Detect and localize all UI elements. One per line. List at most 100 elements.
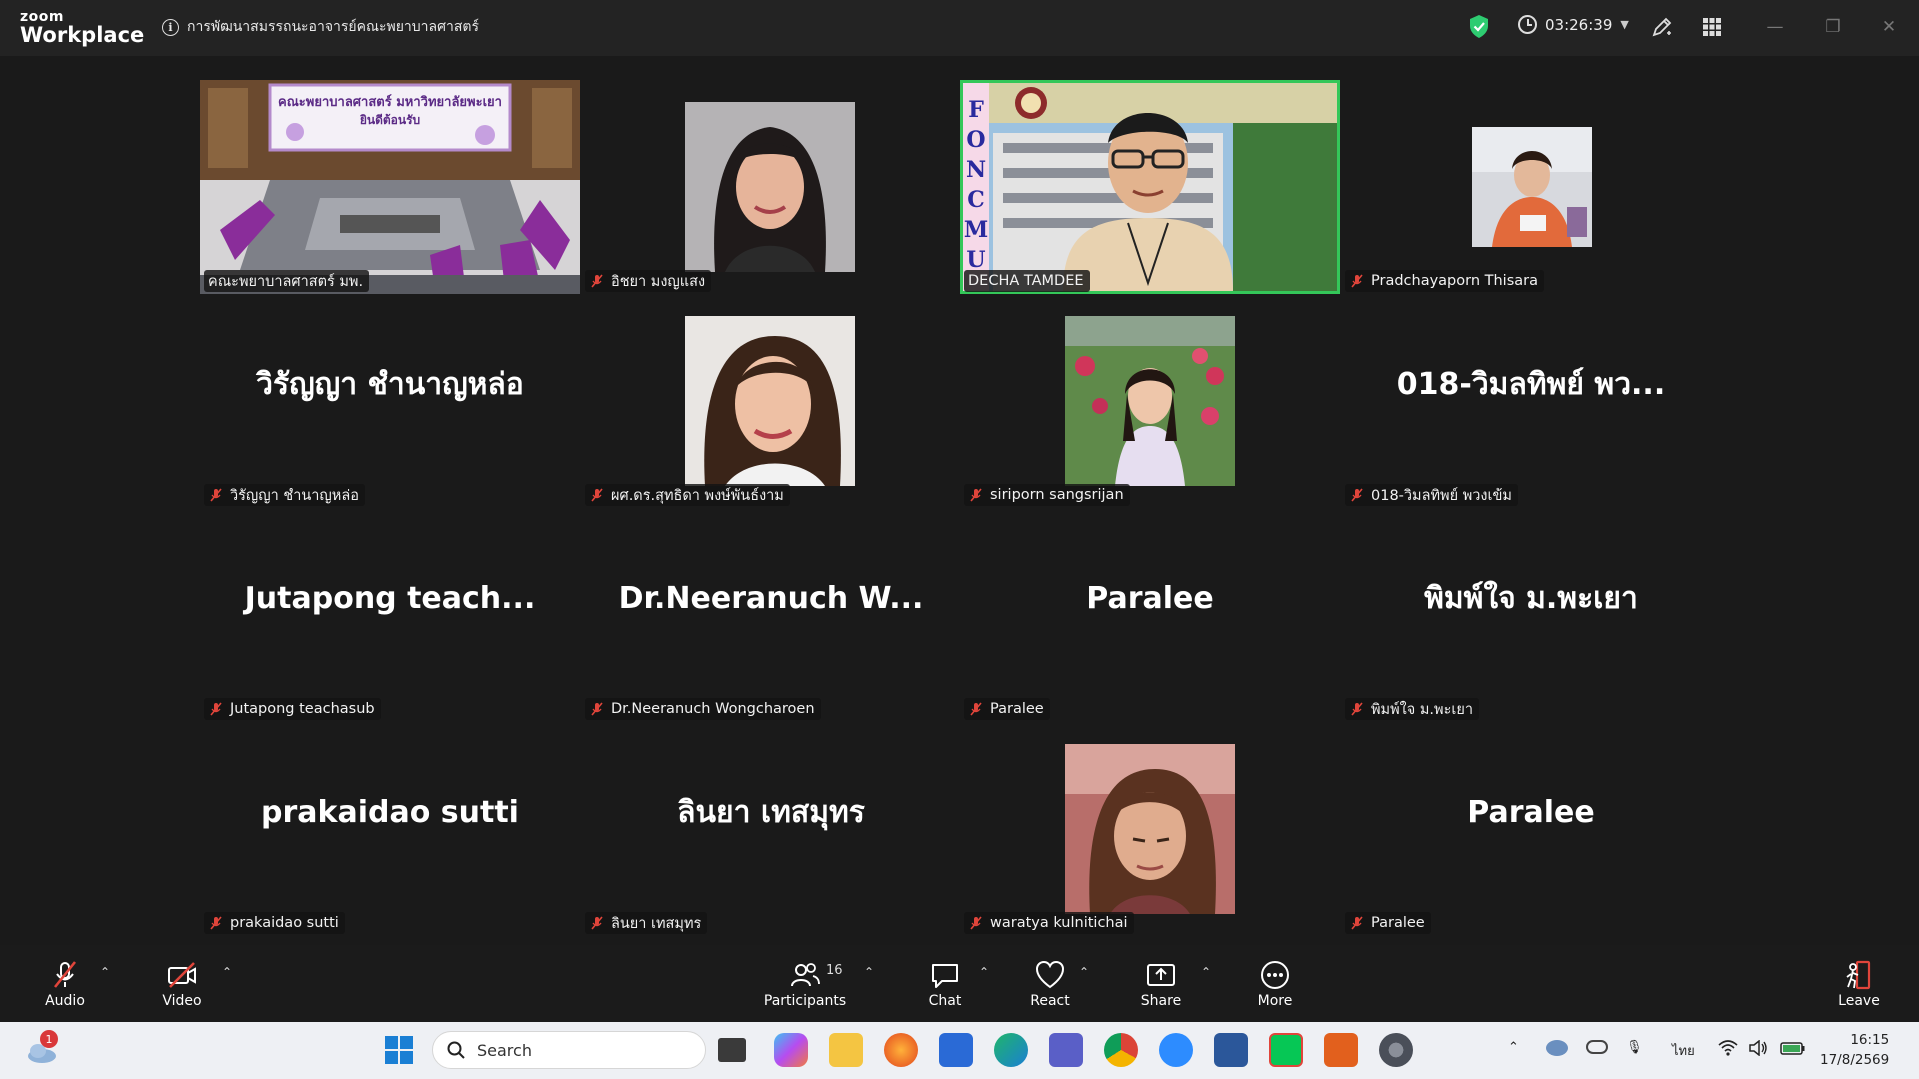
onedrive-icon[interactable] [1546,1040,1568,1056]
audio-button[interactable]: Audio [42,959,88,1017]
wifi-icon[interactable] [1718,1040,1738,1060]
start-button[interactable] [384,1035,414,1065]
chat-button[interactable]: Chat [922,959,968,1017]
participant-video: คณะพยาบาลศาสตร์ มหาวิทยาลัยพะเยา ยินดีต้… [200,80,580,294]
volume-icon[interactable] [1748,1039,1768,1060]
participant-tile[interactable]: siriporn sangsrijan [960,294,1340,508]
microphone-muted-icon [1351,488,1363,502]
chevron-down-icon: ▼ [1620,18,1629,31]
participant-name-label: Dr.Neeranuch Wongcharoen [585,698,821,720]
participant-display-name: 018-วิมลทิพย์ พว... [1396,366,1666,402]
battery-icon[interactable] [1780,1040,1806,1060]
microsoft-store-icon[interactable] [939,1033,973,1067]
video-options-caret-icon[interactable]: ⌃ [222,965,232,979]
more-button[interactable]: More [1252,959,1298,1017]
more-dots-icon [1261,961,1289,989]
edge-browser-icon[interactable] [994,1033,1028,1067]
participant-tile[interactable]: Dr.Neeranuch W... Dr.Neeranuch Wongcharo… [581,508,961,722]
input-language-indicator[interactable]: ไทย [1672,1040,1695,1061]
participant-tile[interactable]: พิมพ์ใจ ม.พะเยา พิมพ์ใจ ม.พะเยา [1341,508,1721,722]
gallery-view-grid-icon[interactable] [1699,14,1725,40]
participant-video [685,102,855,272]
line-app-icon[interactable] [1269,1033,1303,1067]
participant-tile[interactable]: อิชยา มงญแสง [581,80,961,294]
logo-line1: zoom [20,9,64,25]
participant-display-name: prakaidao sutti [261,794,519,830]
file-explorer-icon[interactable] [829,1033,863,1067]
svg-text:O: O [966,127,985,153]
pen-annotate-icon[interactable] [1649,14,1675,40]
cloud-icon[interactable] [1586,1040,1608,1054]
participant-display-name: วิรัญญา ชำนาญหล่อ [256,366,524,402]
chat-options-caret-icon[interactable]: ⌃ [979,965,989,979]
participant-name-label: Pradchayaporn Thisara [1345,270,1544,292]
participant-tile[interactable]: ผศ.ดร.สุทธิดา พงษ์พันธ์งาม [581,294,961,508]
teams-icon[interactable] [1049,1033,1083,1067]
participant-tile[interactable]: วิรัญญา ชำนาญหล่อ วิรัญญา ชำนาญหล่อ [200,294,580,508]
meeting-info[interactable]: i การพัฒนาสมรรถนะอาจารย์คณะพยาบาลศาสตร์ [162,16,479,38]
title-bar: zoom Workplace i การพัฒนาสมรรถนะอาจารย์ค… [0,0,1919,56]
participant-name-label: Paralee [964,698,1050,720]
settings-gear-icon[interactable] [1379,1033,1413,1067]
security-shield-icon[interactable] [1468,14,1490,39]
zoom-app-icon[interactable] [1159,1033,1193,1067]
taskbar-search-box[interactable]: Search [432,1031,706,1069]
meeting-timer[interactable]: 03:26:39 ▼ [1518,15,1629,34]
participant-tile[interactable]: ลินยา เทสมุทร ลินยา เทสมุทร [581,722,961,936]
participant-tile[interactable]: waratya kulnitichai [960,722,1340,936]
chrome-icon[interactable] [1104,1033,1138,1067]
chevron-up-icon[interactable]: ⌃ [1508,1040,1519,1055]
microphone-muted-icon [210,916,222,930]
react-button[interactable]: React [1027,959,1073,1017]
participant-tile[interactable]: คณะพยาบาลศาสตร์ มหาวิทยาลัยพะเยา ยินดีต้… [200,80,580,294]
share-button[interactable]: Share [1138,959,1184,1017]
participant-display-name: Jutapong teach... [244,580,536,616]
participant-name-label: ผศ.ดร.สุทธิดา พงษ์พันธ์งาม [585,484,790,506]
participant-video: F O N C M U [963,83,1337,291]
reader-app-icon[interactable] [1324,1033,1358,1067]
participant-video [1065,316,1235,486]
participant-tile[interactable]: Paralee Paralee [1341,722,1721,936]
microphone-muted-icon [53,961,77,988]
timer-value: 03:26:39 [1545,15,1613,34]
firefox-icon[interactable] [884,1033,918,1067]
participant-video [1472,127,1592,247]
participant-tile[interactable]: Jutapong teach... Jutapong teachasub [200,508,580,722]
system-clock[interactable]: 16:15 17/8/2569 [1820,1030,1889,1070]
leave-button[interactable]: Leave [1834,959,1884,1017]
logo-line2: Workplace [20,23,145,47]
participant-tile-active-speaker[interactable]: F O N C M U DECHA TAMDEE [960,80,1340,294]
search-placeholder: Search [477,1040,532,1060]
room-sign-line2: ยินดีต้อนรับ [360,113,420,127]
task-view-icon[interactable] [718,1038,746,1062]
microphone-muted-icon [591,702,603,716]
participant-tile[interactable]: Pradchayaporn Thisara [1341,80,1721,294]
word-icon[interactable] [1214,1033,1248,1067]
participant-tile[interactable]: prakaidao sutti prakaidao sutti [200,722,580,936]
participant-display-name: ลินยา เทสมุทร [677,794,865,830]
participant-video [1065,744,1235,914]
participant-name-label: waratya kulnitichai [964,912,1134,934]
react-options-caret-icon[interactable]: ⌃ [1079,965,1089,979]
participant-tile[interactable]: 018-วิมลทิพย์ พว... 018-วิมลทิพย์ พวงเข้… [1341,294,1721,508]
participants-options-caret-icon[interactable]: ⌃ [864,965,874,979]
copilot-icon[interactable] [774,1033,808,1067]
participant-name-label: คณะพยาบาลศาสตร์ มพ. [204,270,370,292]
microphone-location-icon[interactable]: 🎙 [1626,1040,1643,1055]
clock-icon [1518,15,1537,34]
minimize-icon[interactable]: — [1762,14,1788,40]
participant-name-label: 018-วิมลทิพย์ พวงเข้ม [1345,484,1518,506]
share-options-caret-icon[interactable]: ⌃ [1201,965,1211,979]
info-icon[interactable]: i [162,18,179,36]
audio-options-caret-icon[interactable]: ⌃ [100,965,110,979]
leave-door-icon [1846,960,1871,990]
participant-name-label: พิมพ์ใจ ม.พะเยา [1345,698,1479,720]
close-icon[interactable]: ✕ [1876,14,1902,40]
weather-widget-icon[interactable]: 1 [24,1030,60,1066]
video-button[interactable]: Video [159,959,205,1017]
participant-tile[interactable]: Paralee Paralee [960,508,1340,722]
participant-display-name: Paralee [1467,794,1595,830]
microphone-muted-icon [970,488,982,502]
restore-icon[interactable]: ❐ [1820,14,1846,40]
microphone-muted-icon [1351,274,1363,288]
